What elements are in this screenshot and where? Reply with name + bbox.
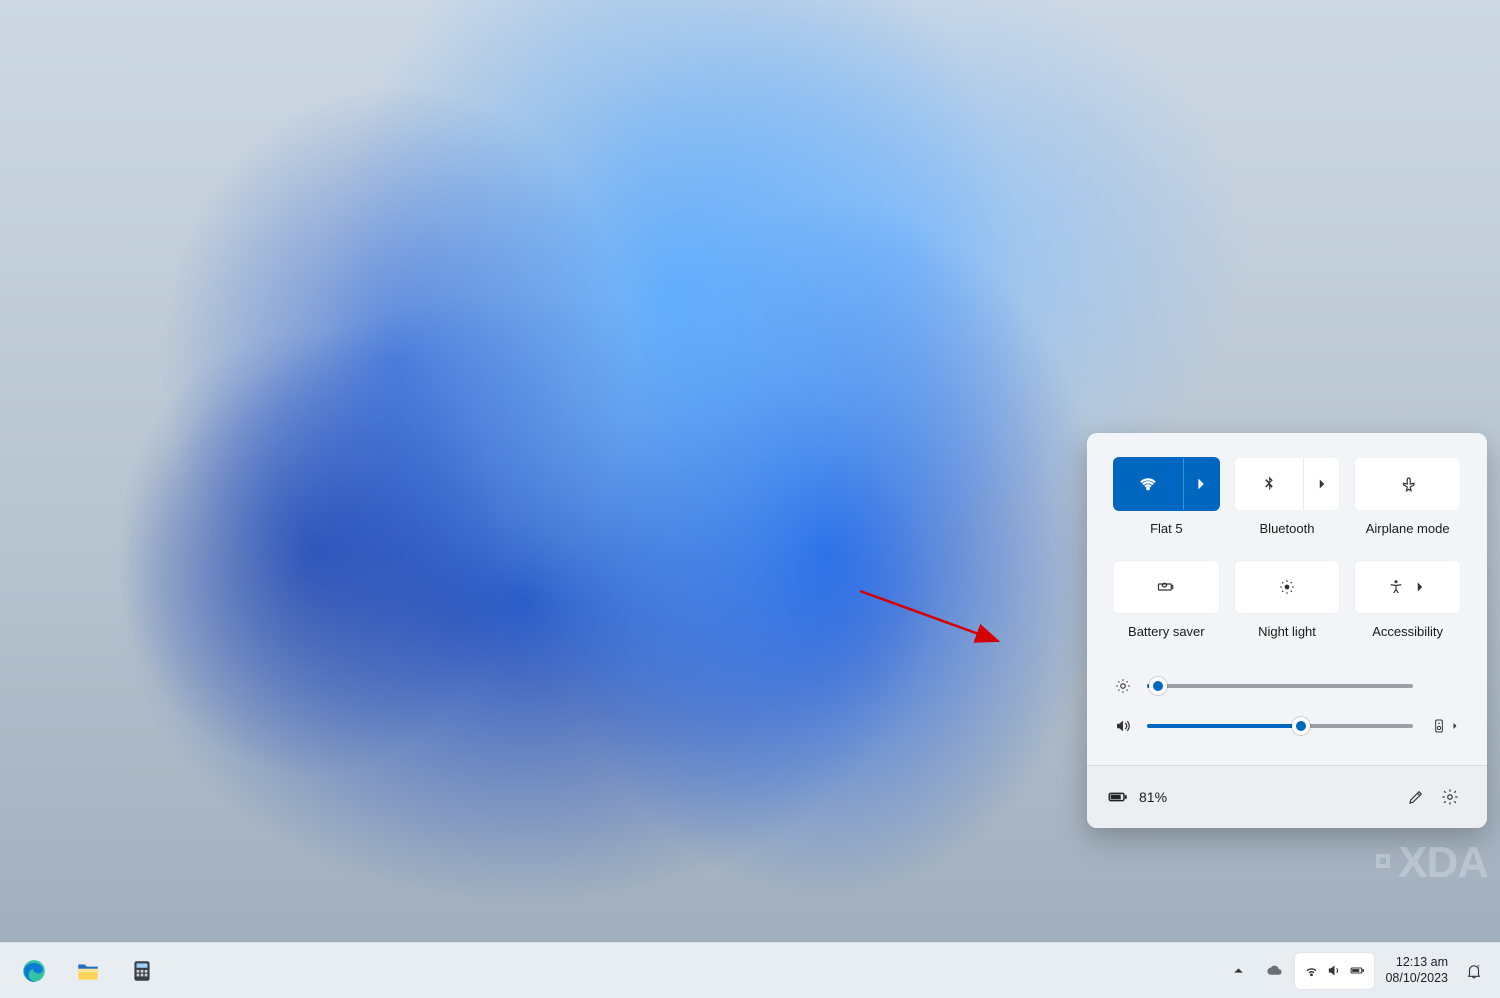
notifications-button[interactable]: z [1458, 951, 1490, 991]
airplane-icon [1399, 475, 1417, 493]
chevron-up-icon [1230, 962, 1247, 979]
bluetooth-label: Bluetooth [1260, 521, 1315, 536]
pencil-icon [1407, 788, 1425, 806]
accessibility-tile[interactable] [1354, 560, 1461, 614]
brightness-icon [1114, 677, 1132, 695]
file-explorer-taskbar-icon[interactable] [66, 951, 110, 991]
svg-text:z: z [1477, 964, 1480, 970]
edge-taskbar-icon[interactable] [12, 951, 56, 991]
airplane-mode-tile[interactable] [1354, 457, 1461, 511]
bluetooth-toggle[interactable] [1235, 458, 1304, 510]
speaker-icon [1114, 717, 1132, 735]
chevron-right-icon [1411, 578, 1429, 596]
wifi-tile[interactable] [1113, 457, 1220, 511]
quick-settings-tray-button[interactable] [1294, 952, 1375, 990]
audio-device-icon [1431, 718, 1447, 734]
quick-settings-footer: 81% [1087, 765, 1487, 828]
brightness-slider[interactable] [1147, 675, 1413, 697]
battery-icon [1349, 962, 1366, 979]
cloud-icon [1266, 962, 1283, 979]
taskbar-clock[interactable]: 12:13 am 08/10/2023 [1385, 955, 1448, 986]
taskbar: 12:13 am 08/10/2023 z [0, 942, 1500, 998]
volume-row [1113, 715, 1461, 737]
wifi-icon [1139, 475, 1157, 493]
wifi-expand-button[interactable] [1183, 458, 1219, 510]
bluetooth-icon [1260, 475, 1278, 493]
folder-icon [75, 958, 101, 984]
battery-status[interactable]: 81% [1107, 786, 1167, 808]
night-light-tile[interactable] [1234, 560, 1341, 614]
settings-button[interactable] [1433, 780, 1467, 814]
bluetooth-expand-button[interactable] [1303, 458, 1339, 510]
bell-dnd-icon: z [1465, 962, 1483, 980]
chevron-right-icon [1192, 475, 1210, 493]
airplane-mode-label: Airplane mode [1366, 521, 1450, 536]
speaker-icon [1326, 962, 1343, 979]
system-tray: 12:13 am 08/10/2023 z [1222, 951, 1490, 991]
wifi-toggle[interactable] [1114, 458, 1183, 510]
battery-icon [1107, 786, 1129, 808]
battery-saver-tile[interactable] [1113, 560, 1220, 614]
battery-saver-icon [1157, 578, 1175, 596]
bluetooth-tile[interactable] [1234, 457, 1341, 511]
onedrive-tray-icon[interactable] [1258, 951, 1290, 991]
time-text: 12:13 am [1396, 955, 1448, 971]
edit-quick-settings-button[interactable] [1399, 780, 1433, 814]
wifi-label: Flat 5 [1150, 521, 1183, 536]
calculator-taskbar-icon[interactable] [120, 951, 164, 991]
gear-icon [1441, 788, 1459, 806]
chevron-right-icon [1313, 475, 1331, 493]
tray-overflow-button[interactable] [1222, 951, 1254, 991]
date-text: 08/10/2023 [1385, 971, 1448, 987]
night-light-icon [1278, 578, 1296, 596]
edge-icon [21, 958, 47, 984]
quick-settings-flyout: Flat 5 Bluetooth Airplane [1087, 433, 1487, 828]
accessibility-label: Accessibility [1372, 624, 1443, 639]
battery-percent-text: 81% [1139, 789, 1167, 805]
sound-output-button[interactable] [1427, 718, 1461, 734]
brightness-row [1113, 675, 1461, 697]
calculator-icon [129, 958, 155, 984]
chevron-right-icon [1449, 720, 1461, 732]
volume-slider[interactable] [1147, 715, 1413, 737]
accessibility-icon [1387, 578, 1405, 596]
wifi-icon [1303, 962, 1320, 979]
battery-saver-label: Battery saver [1128, 624, 1205, 639]
night-light-label: Night light [1258, 624, 1316, 639]
